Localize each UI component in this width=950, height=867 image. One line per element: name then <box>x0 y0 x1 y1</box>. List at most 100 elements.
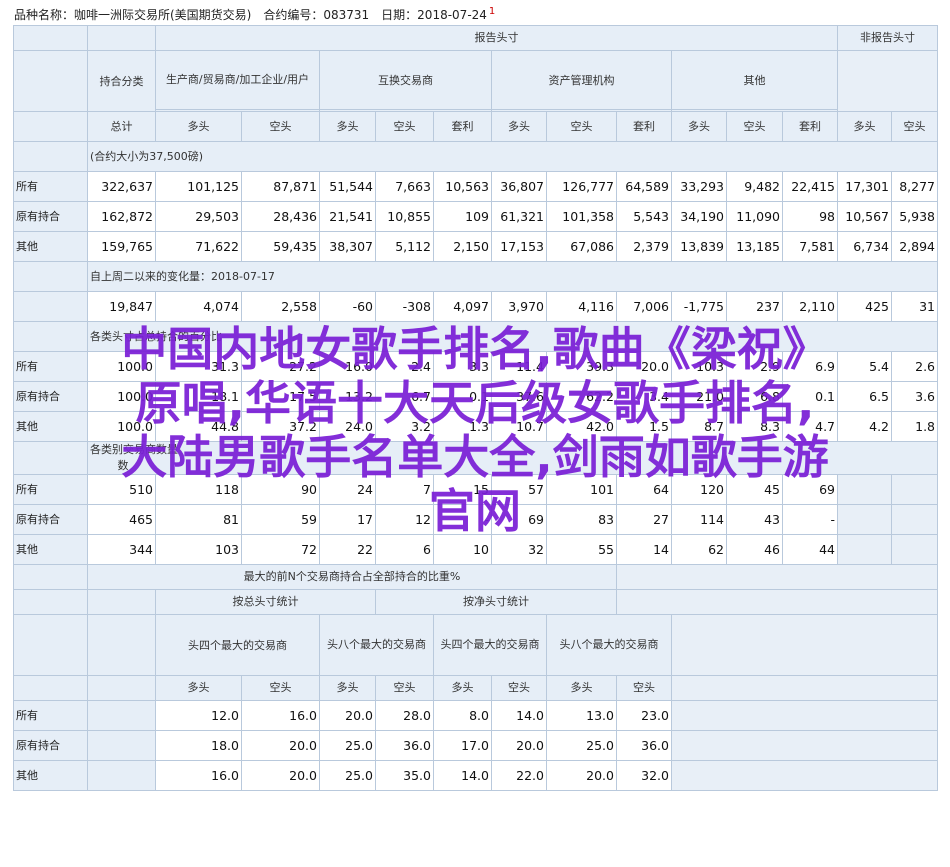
value-cell: 21,541 <box>319 201 376 232</box>
value-cell: 51,544 <box>319 171 376 202</box>
header-corner-cell-3 <box>13 111 88 142</box>
value-cell: 10 <box>433 534 492 565</box>
empty-cell <box>837 534 893 565</box>
asset-manager-header: 资产管理机构 <box>491 49 672 111</box>
value-cell: 16.0 <box>319 351 376 382</box>
value-cell: 20.0 <box>546 760 617 791</box>
section-label-blank <box>87 589 156 615</box>
row-label: 所有 <box>13 474 88 505</box>
table-row: 其他 16.0 20.0 25.0 35.0 14.0 22.0 20.0 32.0 <box>13 760 939 791</box>
short-header: 空头 <box>375 675 434 701</box>
value-cell: 28.0 <box>375 700 434 731</box>
percent-of-oi-label: 各类头寸占总持合的百分比 <box>86 321 939 352</box>
value-cell: 12.0 <box>155 700 242 731</box>
row-label: 其他 <box>13 411 88 442</box>
value-cell: 2,379 <box>616 231 672 262</box>
section-label-blank <box>13 261 88 292</box>
category-header: 持合分类 <box>87 50 156 112</box>
value-cell: 100.0 <box>87 381 156 412</box>
section-label-blank <box>13 441 88 475</box>
value-cell: 10,567 <box>837 201 893 232</box>
long-header: 多头 <box>546 675 617 701</box>
row-label: 其他 <box>13 534 88 565</box>
value-cell: 20.0 <box>241 730 320 761</box>
net-top4-header: 头四个最大的交易商 <box>433 614 547 676</box>
long-header: 多头 <box>319 111 376 142</box>
value-cell: 83 <box>546 504 617 535</box>
empty-cell <box>670 730 939 761</box>
header-corner-cell-2 <box>13 50 88 112</box>
value-cell: 344 <box>87 534 156 565</box>
value-cell: 7 <box>375 474 434 505</box>
gross-header: 按总头寸统计 <box>155 589 376 615</box>
other-reportable-header: 其他 <box>670 49 839 111</box>
short-header: 空头 <box>241 111 320 142</box>
value-cell: 22,415 <box>781 171 839 202</box>
value-cell: 8.0 <box>433 700 492 731</box>
value-cell: 25.0 <box>546 730 617 761</box>
value-cell: 69 <box>491 504 547 535</box>
short-header: 空头 <box>491 675 547 701</box>
concentration-blank <box>615 564 939 590</box>
value-cell: 1.8 <box>891 411 939 442</box>
value-cell: 10.3 <box>671 351 727 382</box>
value-cell: 25.0 <box>319 730 376 761</box>
value-cell: 87,871 <box>241 171 320 202</box>
value-cell: 8.7 <box>671 411 727 442</box>
value-cell: 16.0 <box>155 760 242 791</box>
row-label: 原有持合 <box>13 504 88 535</box>
section-label-blank <box>13 614 88 676</box>
row-label: 原有持合 <box>13 381 88 412</box>
value-cell: 32.0 <box>616 760 672 791</box>
value-cell: 64 <box>616 474 672 505</box>
value-cell: 5.4 <box>837 351 893 382</box>
value-cell: - <box>781 504 839 535</box>
value-cell: 3.3 <box>433 351 492 382</box>
value-cell: 109 <box>433 201 492 232</box>
value-cell: 98 <box>781 201 839 232</box>
value-cell: 12 <box>375 504 434 535</box>
value-cell: 46 <box>726 534 783 565</box>
section-label-blank <box>13 321 88 352</box>
value-cell: 5,112 <box>375 231 434 262</box>
value-cell: 45 <box>726 474 783 505</box>
value-cell: 29,503 <box>155 201 242 232</box>
value-cell: 11.4 <box>491 351 547 382</box>
change-value-cell: -1,775 <box>671 291 727 322</box>
value-cell: - <box>433 504 492 535</box>
value-cell: 14.0 <box>433 760 492 791</box>
value-cell: 2.4 <box>375 351 434 382</box>
value-cell: 4.2 <box>837 411 893 442</box>
value-cell: 5,543 <box>616 201 672 232</box>
value-cell: 90 <box>241 474 320 505</box>
change-value-cell: 4,097 <box>433 291 492 322</box>
value-cell: 126,777 <box>546 171 617 202</box>
value-cell: 24.0 <box>319 411 376 442</box>
value-cell: 18.0 <box>155 730 242 761</box>
title-mark: 1 <box>488 6 496 17</box>
empty-cell <box>87 730 156 761</box>
trader-count-label-b: 数 <box>117 459 129 472</box>
concentration-blank <box>615 589 939 615</box>
empty-cell <box>891 474 939 505</box>
table-row: 原有持合 162,872 29,503 28,436 21,541 10,855 109 61… <box>13 201 939 232</box>
value-cell: 6.8 <box>726 381 783 412</box>
trader-count-label-a: 各类别交易商数量 <box>90 443 178 456</box>
short-header: 空头 <box>375 111 434 142</box>
nonreport-positions-header: 非报告头寸 <box>837 25 939 51</box>
table-row: 原有持合 465 81 59 17 12-69 83 27 114 43- <box>13 504 939 535</box>
short-header: 空头 <box>891 111 939 142</box>
value-cell: 100.0 <box>87 351 156 382</box>
change-value-cell: 4,074 <box>155 291 242 322</box>
value-cell: 28,436 <box>241 201 320 232</box>
table-row: 所有 100.0 31.3 27.2 16.0 2.4 3.3 11.4 39.3 20.0 10.… <box>13 351 939 382</box>
value-cell: 322,637 <box>87 171 156 202</box>
table-row: 其他 159,765 71,622 59,435 38,307 5,112 2,150 17,… <box>13 231 939 262</box>
value-cell: 11,090 <box>726 201 783 232</box>
cot-report-table: 报告头寸 非报告头寸 持合分类 生产商/贸易商/加工企业/用户 互换交易商 资产… <box>13 25 939 791</box>
value-cell: 2.6 <box>891 351 939 382</box>
value-cell: 36.0 <box>616 730 672 761</box>
value-cell: 100.0 <box>87 411 156 442</box>
value-cell: 36,807 <box>491 171 547 202</box>
row-label: 所有 <box>13 700 88 731</box>
